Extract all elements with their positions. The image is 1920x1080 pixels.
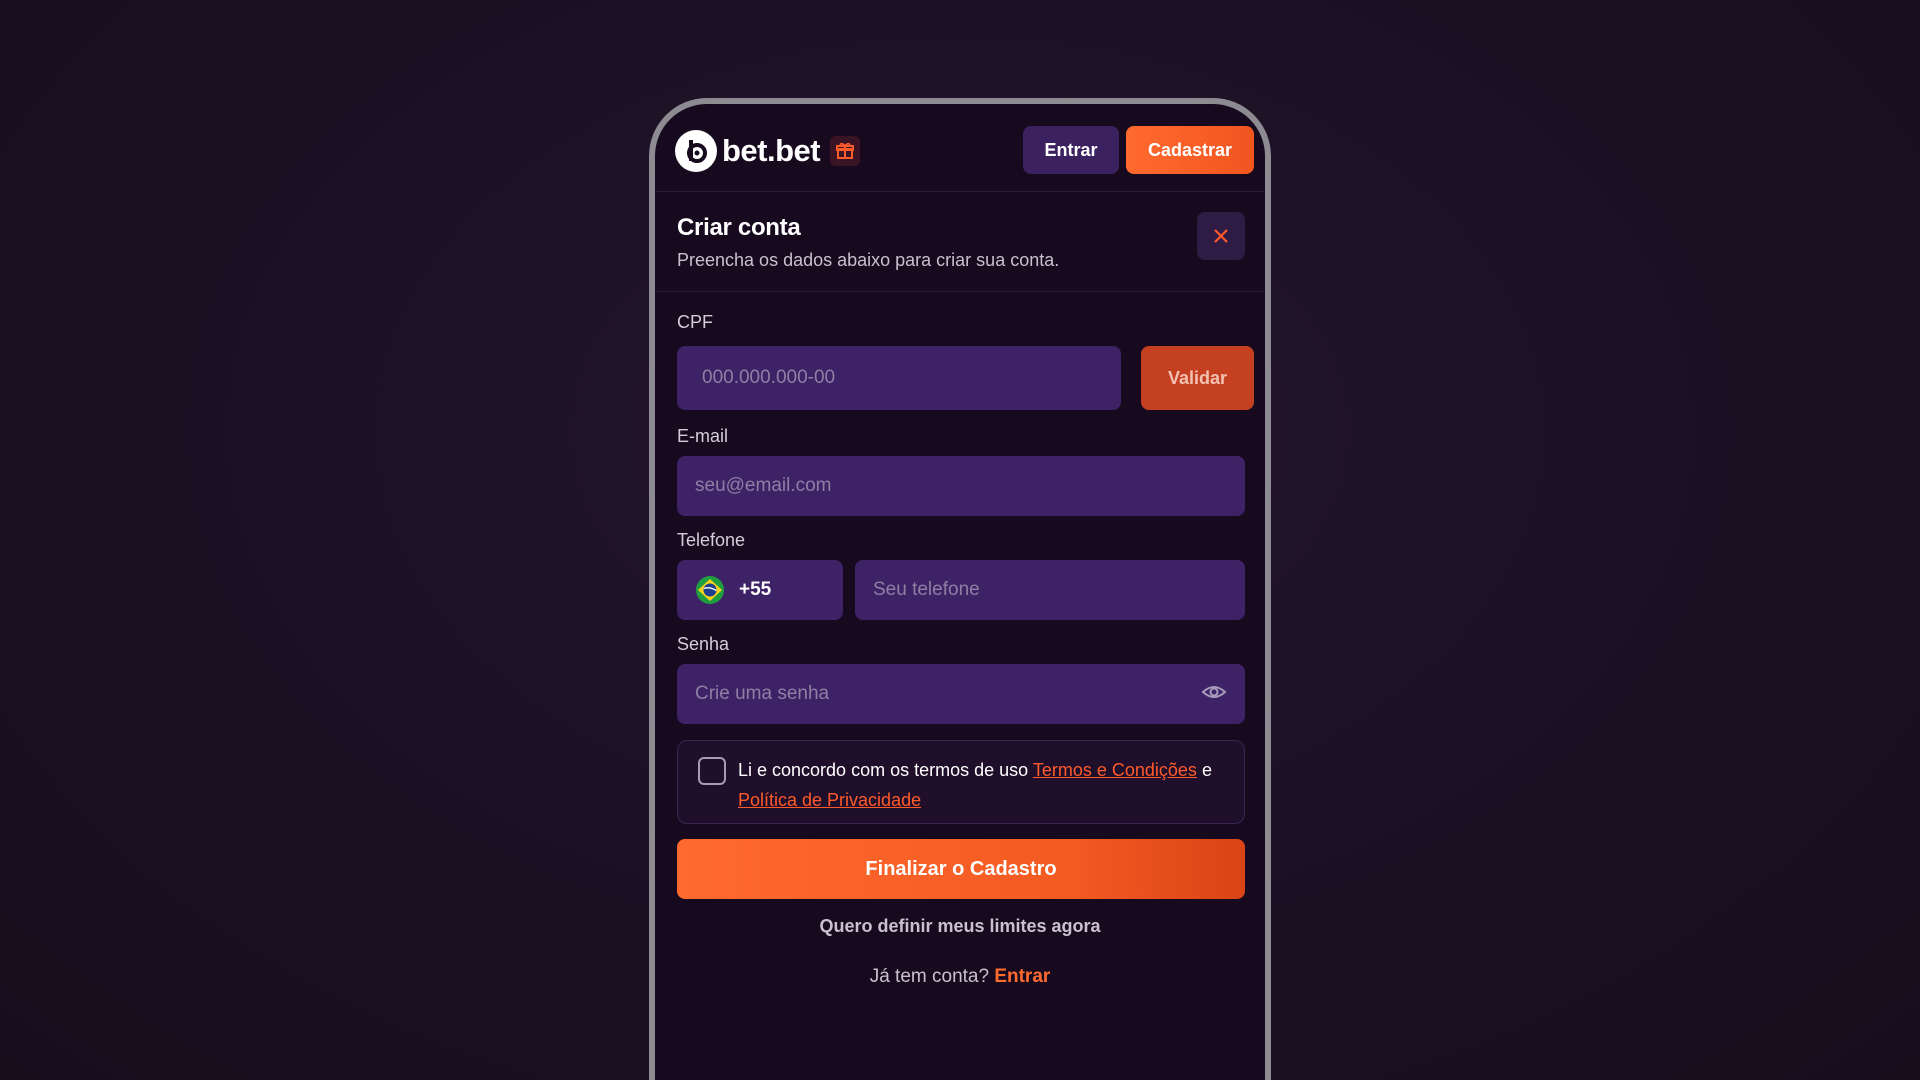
email-placeholder: seu@email.com bbox=[695, 475, 832, 496]
modal-title: Criar conta bbox=[677, 214, 801, 241]
top-bar: bet.bet Entrar Cadastrar bbox=[655, 104, 1265, 192]
logo-mark-icon bbox=[675, 130, 717, 172]
terms-conjunction: e bbox=[1201, 760, 1212, 780]
signup-button[interactable]: Cadastrar bbox=[1126, 126, 1254, 174]
login-row: Já tem conta? Entrar bbox=[655, 966, 1265, 988]
login-link[interactable]: Entrar bbox=[994, 966, 1050, 987]
terms-link[interactable]: Termos e Condições bbox=[1033, 760, 1197, 780]
password-placeholder: Crie uma senha bbox=[695, 683, 830, 704]
validate-cpf-button[interactable]: Validar bbox=[1141, 346, 1254, 410]
page-background: bet.bet Entrar Cadastrar Criar conta Pre… bbox=[0, 0, 1920, 1080]
email-input[interactable]: seu@email.com bbox=[677, 456, 1245, 516]
submit-button[interactable]: Finalizar o Cadastro bbox=[677, 839, 1245, 899]
phone-placeholder: Seu telefone bbox=[873, 579, 980, 600]
cpf-input[interactable]: 000.000.000-00 bbox=[677, 346, 1121, 410]
login-prompt: Já tem conta? bbox=[869, 966, 990, 987]
brazil-flag-icon bbox=[696, 576, 724, 604]
close-icon bbox=[1214, 229, 1228, 243]
eye-icon[interactable] bbox=[1201, 682, 1227, 702]
set-limits-link[interactable]: Quero definir meus limites agora bbox=[655, 916, 1265, 937]
terms-statement: Li e concordo com os termos de uso bbox=[738, 760, 1029, 780]
close-button[interactable] bbox=[1197, 212, 1245, 260]
terms-text: Li e concordo com os termos de uso Termo… bbox=[738, 755, 1218, 815]
brand-logo[interactable]: bet.bet bbox=[675, 130, 861, 172]
login-button[interactable]: Entrar bbox=[1023, 126, 1119, 174]
cpf-placeholder: 000.000.000-00 bbox=[702, 367, 836, 388]
password-input[interactable]: Crie uma senha bbox=[677, 664, 1245, 724]
password-label: Senha bbox=[677, 634, 730, 654]
gift-icon[interactable] bbox=[830, 136, 861, 166]
phone-label: Telefone bbox=[677, 530, 746, 550]
brand-name: bet.bet bbox=[722, 133, 821, 168]
phone-frame: bet.bet Entrar Cadastrar Criar conta Pre… bbox=[649, 98, 1271, 1080]
cpf-label: CPF bbox=[677, 312, 713, 332]
terms-box: Li e concordo com os termos de uso Termo… bbox=[677, 740, 1245, 824]
privacy-link[interactable]: Política de Privacidade bbox=[738, 790, 921, 810]
modal-subtitle: Preencha os dados abaixo para criar sua … bbox=[677, 250, 1060, 270]
country-code-select[interactable]: +55 bbox=[677, 560, 843, 620]
email-label: E-mail bbox=[677, 426, 729, 446]
phone-input[interactable]: Seu telefone bbox=[855, 560, 1245, 620]
modal-header: Criar conta Preencha os dados abaixo par… bbox=[655, 192, 1265, 292]
country-code: +55 bbox=[739, 579, 772, 600]
terms-checkbox[interactable] bbox=[698, 757, 726, 785]
